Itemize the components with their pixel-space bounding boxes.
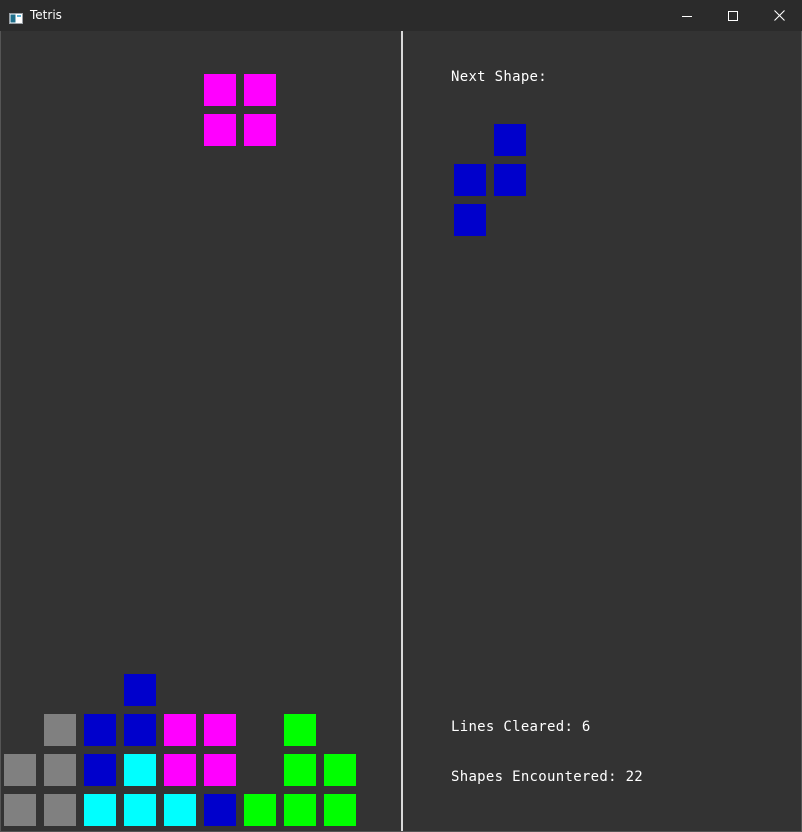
- next-shape-block: [494, 124, 526, 156]
- falling-block: [204, 74, 236, 106]
- settled-block: [44, 714, 76, 746]
- settled-block: [164, 794, 196, 826]
- app-window-icon: [9, 9, 23, 24]
- settled-block: [124, 754, 156, 786]
- game-window: Tetris Next Shape: Lines Cleared: 6 Shap…: [0, 0, 802, 832]
- minimize-button[interactable]: [664, 0, 710, 31]
- close-icon: [773, 10, 785, 21]
- settled-block: [44, 754, 76, 786]
- shapes-encountered-label: Shapes Encountered: 22: [451, 769, 644, 785]
- settled-block: [4, 754, 36, 786]
- settled-block: [4, 794, 36, 826]
- settled-block: [324, 754, 356, 786]
- settled-block: [284, 754, 316, 786]
- settled-block: [124, 714, 156, 746]
- settled-block: [44, 794, 76, 826]
- settled-block: [204, 794, 236, 826]
- window-border-left: [0, 31, 1, 832]
- next-shape-block: [454, 164, 486, 196]
- settled-block: [204, 714, 236, 746]
- falling-block: [244, 74, 276, 106]
- maximize-button[interactable]: [710, 0, 756, 31]
- settled-block: [84, 714, 116, 746]
- falling-block: [204, 114, 236, 146]
- lines-cleared-label: Lines Cleared: 6: [451, 719, 591, 735]
- settled-block: [324, 794, 356, 826]
- game-board[interactable]: [1, 31, 401, 831]
- settled-block: [284, 794, 316, 826]
- settled-block: [204, 754, 236, 786]
- settled-block: [164, 754, 196, 786]
- settled-block: [84, 794, 116, 826]
- settled-block: [124, 794, 156, 826]
- minimize-icon: [682, 11, 692, 21]
- next-shape-block: [494, 164, 526, 196]
- settled-block: [284, 714, 316, 746]
- title-bar[interactable]: Tetris: [0, 0, 802, 32]
- settled-block: [124, 674, 156, 706]
- settled-block: [164, 714, 196, 746]
- next-shape-block: [454, 204, 486, 236]
- settled-block: [244, 794, 276, 826]
- next-shape-label: Next Shape:: [451, 69, 548, 85]
- close-button[interactable]: [756, 0, 802, 31]
- maximize-icon: [728, 10, 738, 21]
- window-title: Tetris: [30, 8, 62, 22]
- next-shape-preview: [453, 123, 573, 243]
- info-panel: Next Shape: Lines Cleared: 6 Shapes Enco…: [403, 31, 801, 831]
- settled-block: [84, 754, 116, 786]
- falling-block: [244, 114, 276, 146]
